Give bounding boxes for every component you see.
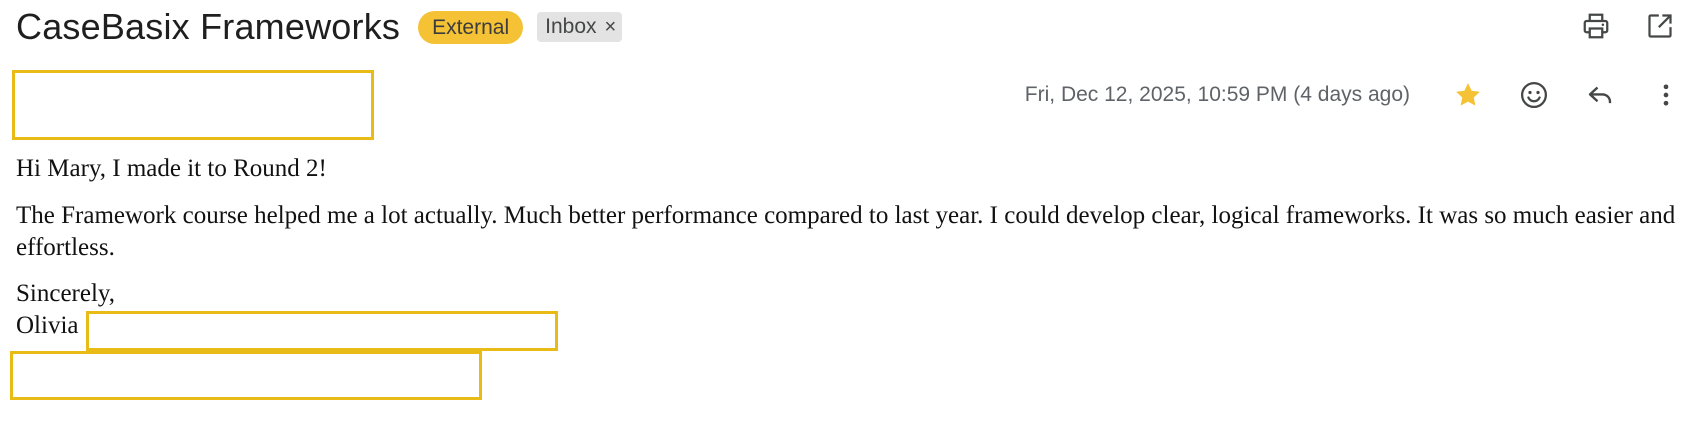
more-options-button[interactable] [1644, 73, 1688, 117]
open-in-new-window-icon [1648, 14, 1672, 38]
subject-row: CaseBasix Frameworks External Inbox × [16, 2, 623, 52]
body-closing: Sincerely, [16, 280, 116, 307]
sender-redacted-box [12, 70, 374, 140]
remove-label-icon[interactable]: × [605, 12, 617, 42]
signature-redacted-box [86, 311, 558, 351]
print-button[interactable] [1576, 6, 1616, 46]
email-subject: CaseBasix Frameworks [16, 6, 401, 47]
open-in-new-window-button[interactable] [1640, 6, 1680, 46]
more-vert-icon [1663, 84, 1669, 106]
message-date: Fri, Dec 12, 2025, 10:59 PM (4 days ago) [1024, 83, 1410, 106]
external-label: External [418, 10, 524, 44]
top-actions [1552, 6, 1680, 46]
body-paragraph: The Framework course helped me a lot act… [16, 202, 1676, 261]
reply-icon [1588, 86, 1612, 104]
emoji-reaction-icon [1521, 82, 1547, 108]
star-button[interactable] [1446, 73, 1490, 117]
inbox-label[interactable]: Inbox × [537, 12, 623, 42]
reply-button[interactable] [1578, 73, 1622, 117]
print-icon [1583, 13, 1609, 39]
message-meta-row: Fri, Dec 12, 2025, 10:59 PM (4 days ago) [1025, 72, 1688, 118]
body-greeting: Hi Mary, I made it to Round 2! [16, 155, 327, 182]
star-icon [1456, 83, 1480, 106]
inbox-label-text: Inbox [545, 15, 597, 38]
footer-redacted-box [10, 351, 482, 400]
add-reaction-button[interactable] [1512, 73, 1556, 117]
